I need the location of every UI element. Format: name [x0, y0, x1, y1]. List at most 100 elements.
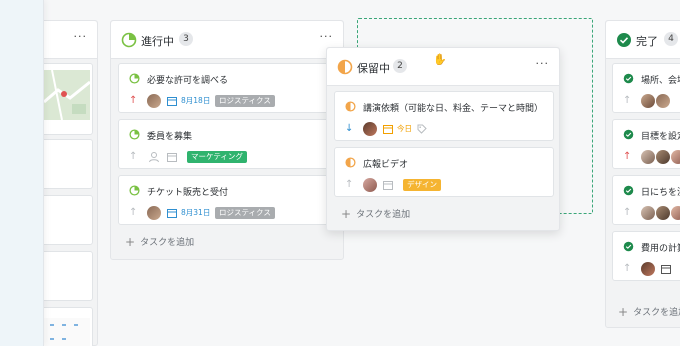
column-title: 進行中: [141, 35, 174, 48]
map-thumbnail: [44, 70, 90, 120]
chart-thumbnail: [44, 318, 90, 346]
task-count-badge: 2: [393, 59, 407, 73]
avatar[interactable]: [656, 206, 670, 220]
avatar[interactable]: [641, 206, 655, 220]
assignee-placeholder-icon[interactable]: [148, 151, 160, 163]
tag-logistics[interactable]: ロジスティクス: [215, 207, 275, 219]
done-check-icon: [623, 241, 634, 252]
plus-icon: +: [341, 207, 352, 221]
task-card[interactable]: 費用の計算 ↑: [612, 231, 680, 281]
avatar[interactable]: [641, 262, 655, 276]
progress-status-icon: [129, 185, 140, 196]
avatar[interactable]: [641, 150, 655, 164]
progress-status-icon: [129, 73, 140, 84]
calendar-icon[interactable]: [167, 152, 177, 162]
card-placeholder[interactable]: [37, 251, 93, 301]
task-meta: ↑ 8月31日 ロジスティクス: [129, 206, 329, 220]
grab-cursor-icon: ✋: [433, 53, 447, 66]
done-check-icon: [623, 185, 634, 196]
task-card[interactable]: 講演依頼（可能な日、料金、テーマと時間） ↓ 今日: [334, 91, 554, 141]
priority-up-icon[interactable]: ↑: [623, 150, 631, 164]
add-task-button[interactable]: + タスクを追加: [341, 207, 410, 221]
task-card[interactable]: 委員を募集 ↑ マーケティング: [118, 119, 338, 169]
task-meta: ↑ マーケティング: [129, 150, 329, 164]
tag-icon[interactable]: [417, 124, 427, 134]
avatar[interactable]: [671, 150, 680, 164]
in-progress-status-icon: [121, 32, 137, 48]
column-header: 進行中 3 ···: [111, 21, 343, 59]
column-title: 完了: [636, 35, 658, 48]
avatar[interactable]: [363, 122, 377, 136]
tag-logistics[interactable]: ロジスティクス: [215, 95, 275, 107]
avatar[interactable]: [147, 206, 161, 220]
task-title: 委員を募集: [147, 132, 193, 142]
calendar-icon[interactable]: [661, 264, 671, 274]
done-status-icon: [617, 33, 631, 47]
due-date[interactable]: 8月31日: [181, 206, 210, 220]
due-date[interactable]: 8月18日: [181, 94, 210, 108]
task-title: 広報ビデオ: [363, 160, 409, 170]
column-done: 完了 4 場所、会場 ↑ 目標を設定 ↑ 日にちを決 ↑ 費用の計算 ↑ + タス…: [605, 20, 680, 328]
avatar[interactable]: [641, 94, 655, 108]
task-card[interactable]: 日にちを決 ↑: [612, 175, 680, 225]
avatar[interactable]: [671, 206, 680, 220]
avatar[interactable]: [147, 94, 161, 108]
column-more-button[interactable]: ···: [536, 57, 550, 70]
task-title: 目標を設定: [641, 132, 680, 142]
plus-icon: +: [618, 305, 629, 319]
on-hold-status-icon: [345, 157, 356, 168]
add-task-button[interactable]: + タスクを追加: [125, 235, 194, 249]
column-on-hold[interactable]: 保留中 2 ··· 講演依頼（可能な日、料金、テーマと時間） ↓ 今日 広報ビデ…: [326, 47, 560, 231]
task-title: 講演依頼（可能な日、料金、テーマと時間）: [363, 104, 544, 114]
priority-icon[interactable]: ↑: [623, 262, 631, 276]
card-placeholder[interactable]: [37, 307, 93, 346]
avatar[interactable]: [363, 178, 377, 192]
task-card[interactable]: チケット販売と受付 ↑ 8月31日 ロジスティクス: [118, 175, 338, 225]
card-placeholder[interactable]: [37, 139, 93, 189]
task-meta: ↑ デザイン: [345, 178, 545, 192]
calendar-icon[interactable]: [383, 124, 393, 134]
tag-design[interactable]: デザイン: [403, 179, 441, 191]
task-card[interactable]: 目標を設定 ↑: [612, 119, 680, 169]
priority-icon[interactable]: ↑: [623, 206, 631, 220]
task-count-badge: 4: [664, 32, 678, 46]
card-placeholder[interactable]: [37, 195, 93, 245]
priority-up-icon[interactable]: ↑: [129, 94, 137, 108]
tag-marketing[interactable]: マーケティング: [187, 151, 247, 163]
task-meta: ↓ 今日: [345, 122, 545, 136]
priority-icon[interactable]: ↑: [129, 150, 137, 164]
on-hold-status-icon: [337, 59, 353, 75]
on-hold-status-icon: [345, 101, 356, 112]
task-title: 必要な許可を調べる: [147, 76, 229, 86]
calendar-icon[interactable]: [167, 208, 177, 218]
left-side-panel: [0, 0, 44, 346]
column-in-progress: 進行中 3 ··· 必要な許可を調べる ↑ 8月18日 ロジスティクス 委員を募…: [110, 20, 344, 260]
column-more-button[interactable]: ···: [74, 30, 88, 43]
done-check-icon: [623, 73, 634, 84]
column-more-button[interactable]: ···: [320, 30, 334, 43]
task-card[interactable]: 場所、会場 ↑: [612, 63, 680, 113]
avatar[interactable]: [656, 150, 670, 164]
column-title: 保留中: [357, 62, 390, 75]
progress-status-icon: [129, 129, 140, 140]
calendar-icon[interactable]: [383, 180, 393, 190]
task-title: 費用の計算: [641, 244, 680, 254]
task-title: チケット販売と受付: [147, 188, 229, 198]
add-task-label: タスクを追加: [633, 308, 680, 318]
add-task-label: タスクを追加: [140, 238, 195, 248]
task-card[interactable]: 必要な許可を調べる ↑ 8月18日 ロジスティクス: [118, 63, 338, 113]
priority-icon[interactable]: ↑: [345, 178, 353, 192]
priority-icon[interactable]: ↑: [623, 94, 631, 108]
task-count-badge: 3: [179, 32, 193, 46]
map-card[interactable]: [37, 63, 93, 135]
priority-down-icon[interactable]: ↓: [345, 122, 353, 136]
task-title: 場所、会場: [641, 76, 680, 86]
task-card[interactable]: 広報ビデオ ↑ デザイン: [334, 147, 554, 197]
calendar-icon[interactable]: [167, 96, 177, 106]
avatar[interactable]: [656, 94, 670, 108]
task-title: 日にちを決: [641, 188, 680, 198]
priority-icon[interactable]: ↑: [129, 206, 137, 220]
due-date[interactable]: 今日: [397, 122, 412, 136]
plus-icon: +: [125, 235, 136, 249]
add-task-button[interactable]: + タスクを追加: [618, 305, 680, 319]
